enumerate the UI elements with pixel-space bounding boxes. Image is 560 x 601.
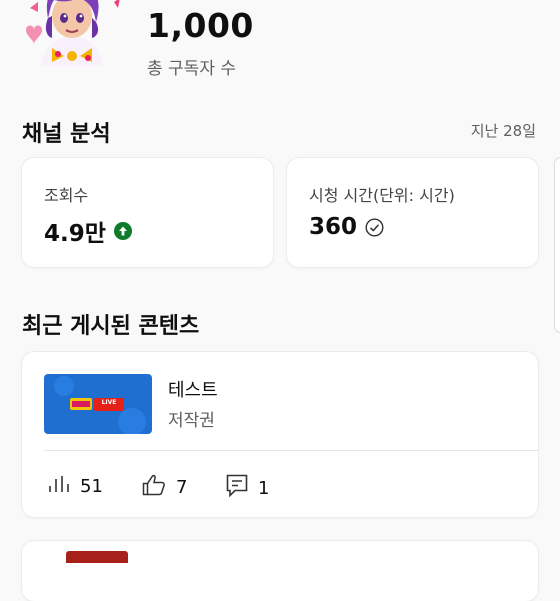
views-stat-value: 51 bbox=[80, 476, 103, 497]
comment-icon bbox=[226, 474, 248, 503]
arrow-up-circle-icon bbox=[113, 222, 132, 240]
card-divider bbox=[44, 450, 538, 451]
video-subtitle: 저작권 bbox=[168, 411, 215, 431]
views-value-row: 4.9만 bbox=[44, 214, 132, 248]
views-card[interactable]: 조회수 4.9만 bbox=[22, 158, 273, 267]
watch-time-card[interactable]: 시청 시간(단위: 시간) 360 bbox=[287, 158, 538, 267]
likes-stat-value: 7 bbox=[176, 477, 188, 498]
comments-stat: 1 bbox=[226, 474, 269, 503]
watch-time-value: 360 bbox=[309, 214, 358, 240]
watch-time-label: 시청 시간(단위: 시간) bbox=[309, 186, 455, 205]
thumbs-up-icon bbox=[142, 474, 166, 501]
likes-stat: 7 bbox=[142, 474, 187, 501]
views-label: 조회수 bbox=[44, 186, 89, 205]
subscriber-label: 총 구독자 수 bbox=[147, 59, 237, 79]
check-circle-icon bbox=[365, 217, 384, 237]
recent-content-title: 최근 게시된 콘텐츠 bbox=[22, 314, 200, 339]
next-video-card[interactable] bbox=[22, 541, 538, 601]
comments-stat-value: 1 bbox=[258, 478, 270, 499]
analytics-title: 채널 분석 bbox=[22, 122, 111, 147]
channel-avatar[interactable] bbox=[22, 0, 122, 66]
video-title[interactable]: 테스트 bbox=[168, 376, 218, 402]
live-badge: LIVE bbox=[101, 399, 117, 406]
subscriber-count: 1,000 bbox=[147, 6, 254, 45]
views-stat: 51 bbox=[48, 474, 103, 499]
recent-video-card[interactable]: LIVE 테스트 저작권 51 7 1 bbox=[22, 352, 538, 517]
next-card-edge[interactable] bbox=[555, 158, 560, 332]
next-video-thumbnail[interactable] bbox=[66, 551, 128, 563]
views-value: 4.9만 bbox=[44, 221, 106, 247]
bar-chart-icon bbox=[48, 474, 70, 499]
watch-time-value-row: 360 bbox=[309, 214, 384, 240]
analytics-period: 지난 28일 bbox=[470, 122, 536, 140]
